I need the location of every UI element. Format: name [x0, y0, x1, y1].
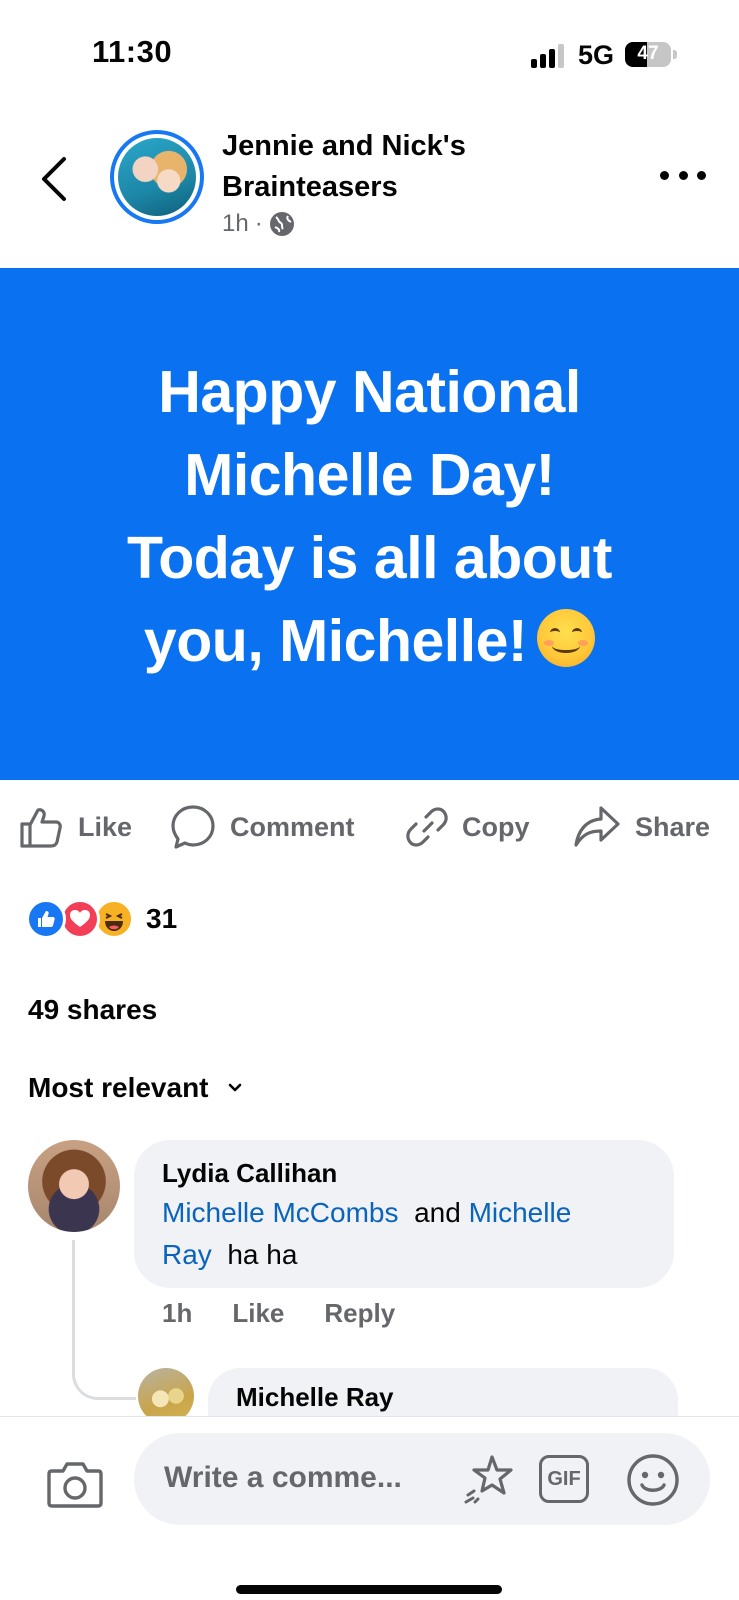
comment-button[interactable]: Comment: [170, 802, 355, 852]
page-name[interactable]: Jennie and Nick's Brainteasers: [222, 126, 552, 208]
post-text-line: Michelle Day!: [184, 442, 555, 508]
sort-label: Most relevant: [28, 1072, 209, 1103]
post-text-line: Happy National: [158, 359, 581, 425]
page-avatar[interactable]: [110, 130, 204, 224]
comment-composer: Write a comme... GIF: [0, 1416, 739, 1600]
status-time: 11:30: [92, 34, 173, 69]
like-button[interactable]: Like: [18, 802, 132, 852]
more-options-button[interactable]: [660, 160, 706, 190]
mention-link[interactable]: Michelle: [469, 1197, 572, 1228]
post-text-card[interactable]: Happy National Michelle Day! Today is al…: [0, 268, 739, 780]
comment-like-button[interactable]: Like: [232, 1298, 284, 1329]
post-text-line: Today is all about: [127, 525, 612, 591]
reaction-count: 31: [146, 903, 178, 934]
page-avatar-image: [118, 138, 196, 216]
mention-link[interactable]: Michelle McCombs: [162, 1197, 399, 1228]
network-type: 5G: [578, 40, 615, 70]
chevron-left-icon: [42, 157, 66, 201]
comment-author[interactable]: Lydia Callihan: [162, 1156, 646, 1190]
post-header: Jennie and Nick's Brainteasers 1h ·: [0, 110, 739, 268]
like-reaction-icon: [26, 899, 66, 939]
like-label: Like: [78, 811, 133, 842]
speech-bubble-icon: [171, 805, 215, 849]
dot-icon: [697, 170, 706, 180]
comment-bubble[interactable]: Lydia Callihan Michelle McCombs and Mich…: [134, 1140, 674, 1288]
battery-icon: 47: [625, 42, 671, 67]
post-text-last-line: you, Michelle!: [143, 608, 528, 674]
comment-body: Michelle McCombs and Michelle Ray ha ha: [162, 1192, 646, 1276]
comment-text: ha ha: [227, 1239, 298, 1270]
chevron-down-icon: [228, 1083, 241, 1092]
copy-label: Copy: [462, 811, 530, 842]
battery-level: 47: [637, 43, 659, 64]
cellular-signal-icon: [531, 44, 569, 68]
reaction-summary[interactable]: 31: [26, 898, 177, 940]
dot-icon: [678, 170, 688, 180]
comment-time[interactable]: 1h: [162, 1298, 192, 1329]
camera-icon: [47, 1462, 103, 1508]
post-text-line: you, Michelle!: [70, 600, 670, 683]
comment-label: Comment: [230, 811, 355, 842]
link-icon: [406, 807, 448, 847]
share-button[interactable]: Share: [573, 802, 710, 852]
mention-link[interactable]: Ray: [162, 1239, 212, 1270]
share-count[interactable]: 49 shares: [28, 994, 157, 1026]
comment-text: and: [414, 1197, 461, 1228]
comment-input[interactable]: Write a comme... GIF: [134, 1433, 710, 1525]
battery-tip: [673, 50, 677, 59]
share-label: Share: [635, 811, 711, 842]
reply-author[interactable]: Michelle Ray: [236, 1382, 650, 1413]
dot-icon: [660, 170, 669, 180]
post-time[interactable]: 1h: [222, 210, 249, 238]
comment-reply-button[interactable]: Reply: [324, 1298, 395, 1329]
gif-button[interactable]: GIF: [539, 1455, 589, 1503]
smiley-face-icon: [627, 1454, 679, 1506]
post-meta: 1h ·: [222, 210, 295, 238]
post-action-bar: Like Comment Copy Share: [0, 790, 739, 866]
post-text: Happy National Michelle Day! Today is al…: [70, 351, 670, 683]
emoji-button[interactable]: [626, 1453, 680, 1507]
share-arrow-icon: [574, 806, 620, 847]
thumbs-up-icon: [20, 808, 62, 848]
haha-reaction-icon: [94, 899, 134, 939]
status-bar: 11:30 5G 47: [0, 0, 739, 110]
globe-icon: [269, 212, 294, 236]
sparkle-star-icon: [464, 1455, 513, 1504]
comment-input-placeholder: Write a comme...: [164, 1461, 402, 1494]
avatar-sticker-button[interactable]: [462, 1453, 518, 1505]
smiling-face-emoji-icon: [537, 609, 596, 667]
camera-button[interactable]: [46, 1457, 104, 1511]
comment-actions: 1h Like Reply: [162, 1298, 395, 1329]
commenter-avatar[interactable]: [28, 1140, 120, 1232]
meta-separator: ·: [254, 210, 263, 237]
reply-thread-line: [72, 1240, 136, 1400]
love-reaction-icon: [60, 899, 100, 939]
copy-link-button[interactable]: Copy: [406, 802, 530, 852]
comment-sort-dropdown[interactable]: Most relevant: [28, 1072, 243, 1104]
back-button[interactable]: [30, 150, 78, 208]
home-indicator[interactable]: [236, 1585, 502, 1594]
